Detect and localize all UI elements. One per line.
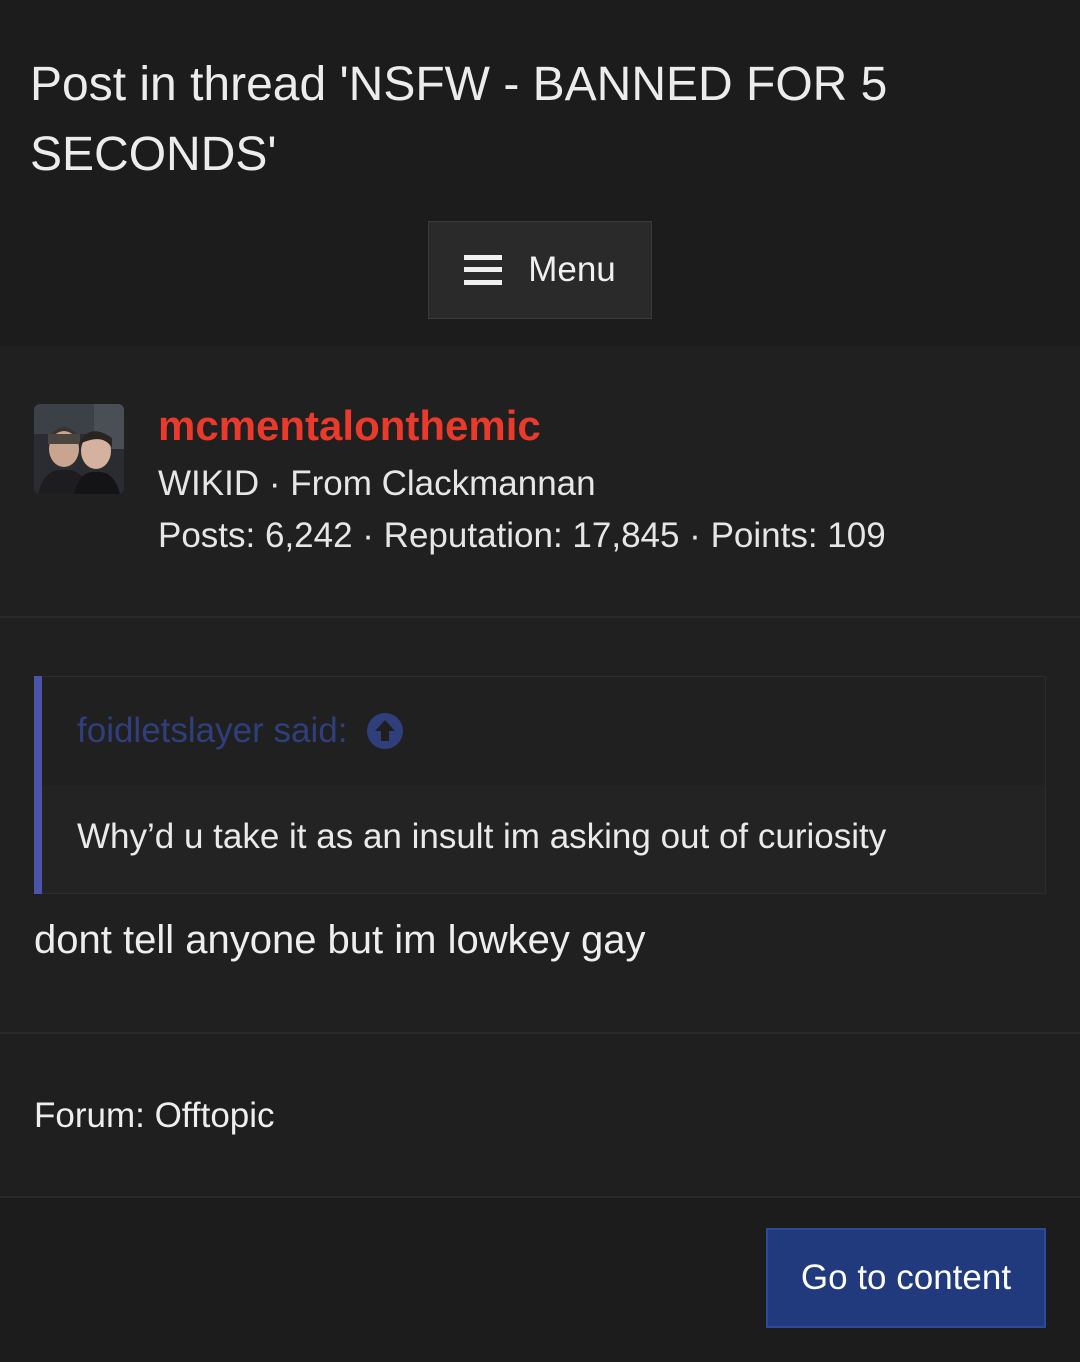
page: Post in thread 'NSFW - BANNED FOR 5 SECO… [0,0,1080,1362]
forum-label: Forum: Offtopic [34,1096,275,1135]
footer: Go to content [0,1198,1080,1362]
up-arrow-icon[interactable] [367,713,404,749]
menu-button[interactable]: Menu [428,221,652,319]
quote-author-link[interactable]: foidletslayer said: [77,711,347,751]
forum-info: Forum: Offtopic [0,1034,1080,1198]
quote-text: Why’d u take it as an insult im asking o… [77,817,887,856]
post-body: foidletslayer said: Why’d u take it as a… [0,618,1080,1034]
hamburger-icon [464,253,503,287]
menu-label: Menu [528,250,616,289]
quote-accent-bar [34,676,42,894]
header: Post in thread 'NSFW - BANNED FOR 5 SECO… [0,0,1080,346]
avatar-image [34,404,124,494]
go-to-content-button[interactable]: Go to content [766,1228,1046,1328]
quote-header: foidletslayer said: [42,677,1045,785]
avatar[interactable] [34,404,124,494]
user-stats: Posts: 6,242 · Reputation: 17,845 · Poin… [158,516,886,555]
username-link[interactable]: mcmentalonthemic [158,402,541,450]
page-title: Post in thread 'NSFW - BANNED FOR 5 SECO… [30,58,888,181]
post-text: dont tell anyone but im lowkey gay [34,918,646,962]
quote-block: foidletslayer said: Why’d u take it as a… [34,676,1046,894]
user-meta: WIKID · From Clackmannan [158,464,596,503]
user-info: mcmentalonthemic WIKID · From Clackmanna… [0,346,1080,618]
